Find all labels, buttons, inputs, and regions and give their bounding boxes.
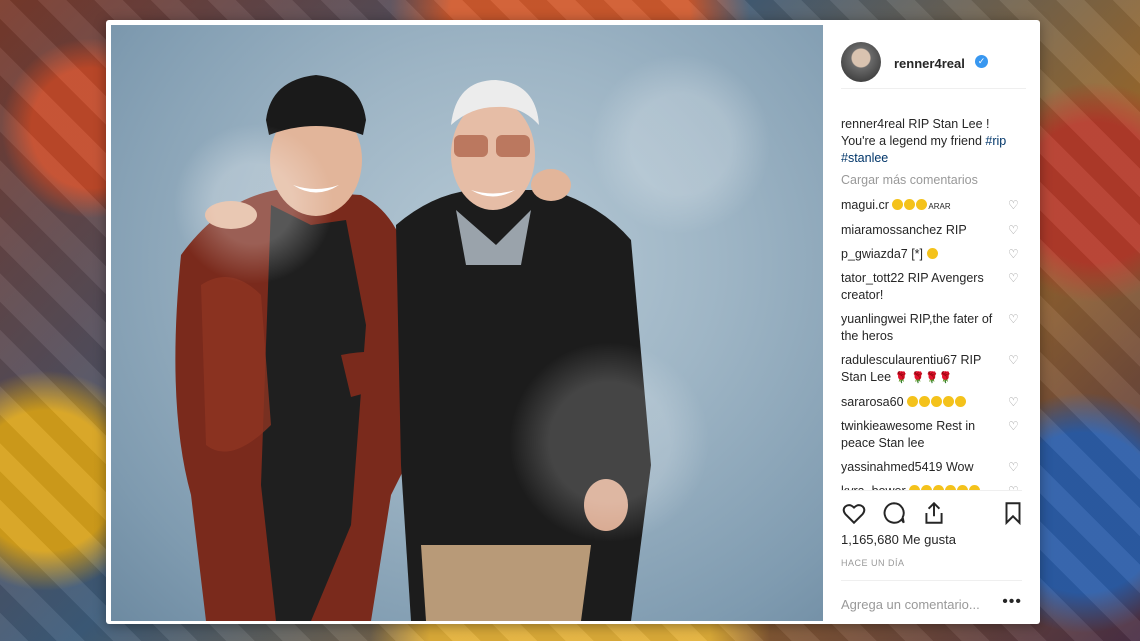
hashtag-rip[interactable]: #rip — [985, 134, 1006, 148]
caption: renner4real RIP Stan Lee ! You're a lege… — [841, 116, 1022, 167]
bookmark-icon[interactable] — [1000, 500, 1026, 526]
emoji-icon — [904, 199, 916, 210]
emoji-icon — [926, 248, 938, 259]
comment-row: yassinahmed5419 Wow ♡ — [841, 459, 1022, 476]
comment-like-heart-icon[interactable]: ♡ — [1008, 224, 1020, 236]
comment-row: yuanlingwei RIP,the fater of the heros ♡ — [841, 311, 1022, 345]
comment-like-heart-icon[interactable]: ♡ — [1008, 354, 1020, 366]
comment-row: sararosa60 ♡ — [841, 394, 1022, 411]
emoji-icon — [919, 396, 931, 407]
comment-like-heart-icon[interactable]: ♡ — [1008, 248, 1020, 260]
comment-username[interactable]: twinkieawesome — [841, 419, 936, 433]
post-timestamp: HACE UN DÍA — [841, 558, 905, 568]
likes-count[interactable]: 1,165,680 Me gusta — [841, 532, 956, 547]
emoji-icon — [955, 396, 967, 407]
comment-username[interactable]: magui.cr — [841, 198, 892, 212]
comment-row: p_gwiazda7 [*] ♡ — [841, 246, 1022, 263]
emoji-icon — [916, 199, 928, 210]
comment-like-heart-icon[interactable]: ♡ — [1008, 396, 1020, 408]
comment-row: miaramossanchez RIP ♡ — [841, 222, 1022, 239]
emoji-icon — [931, 396, 943, 407]
emoji-icon — [892, 199, 904, 210]
add-comment-input[interactable] — [841, 597, 1011, 612]
comment-username[interactable]: p_gwiazda7 — [841, 247, 911, 261]
load-more-comments-link[interactable]: Cargar más comentarios — [841, 173, 1022, 187]
verified-icon: ✓ — [975, 55, 988, 68]
add-comment-bar: ••• — [841, 580, 1022, 624]
comment-like-heart-icon[interactable]: ♡ — [1008, 420, 1020, 432]
comment-username[interactable]: tator_tott22 — [841, 271, 908, 285]
comment-list: magui.cr ARAR ♡ miaramossanchez RIP ♡ p_gwi… — [841, 197, 1022, 491]
hashtag-stanlee[interactable]: #stanlee — [841, 151, 888, 165]
comment-username[interactable]: sararosa60 — [841, 395, 907, 409]
comment-row: tator_tott22 RIP Avengers creator! ♡ — [841, 270, 1022, 304]
comment-like-heart-icon[interactable]: ♡ — [1008, 272, 1020, 284]
comment-text: [*] — [911, 247, 927, 261]
comment-text: RIP — [945, 223, 967, 237]
comment-username[interactable]: miaramossanchez — [841, 223, 946, 237]
more-options-button[interactable]: ••• — [1002, 593, 1022, 611]
post-header: renner4real ✓ — [841, 42, 1026, 89]
emoji-icon — [907, 396, 919, 407]
comment-row: magui.cr ARAR ♡ — [841, 197, 1022, 215]
comment-icon[interactable] — [881, 500, 907, 526]
comment-row: twinkieawesome Rest in peace Stan lee ♡ — [841, 418, 1022, 452]
share-icon[interactable] — [921, 500, 947, 526]
post-sidebar: renner4real ✓ renner4real RIP Stan Lee !… — [823, 20, 1040, 624]
post-photo[interactable] — [111, 25, 823, 621]
comment-suffix: ARAR — [928, 202, 951, 211]
avatar[interactable] — [841, 42, 881, 82]
comment-username[interactable]: yuanlingwei — [841, 312, 910, 326]
heart-icon[interactable] — [841, 500, 867, 526]
action-bar — [841, 490, 1022, 531]
comment-suffix: 🌹 🌹🌹🌹 — [894, 372, 953, 384]
caption-username[interactable]: renner4real — [841, 117, 905, 131]
comments-section[interactable]: renner4real RIP Stan Lee ! You're a lege… — [841, 116, 1022, 491]
comment-username[interactable]: yassinahmed5419 — [841, 460, 946, 474]
emoji-icon — [943, 396, 955, 407]
comment-like-heart-icon[interactable]: ♡ — [1008, 199, 1020, 211]
comment-like-heart-icon[interactable]: ♡ — [1008, 313, 1020, 325]
comment-row: radulesculaurentiu67 RIP Stan Lee 🌹 🌹🌹🌹 ♡ — [841, 352, 1022, 387]
instagram-post: renner4real ✓ renner4real RIP Stan Lee !… — [106, 20, 1040, 624]
post-username[interactable]: renner4real — [894, 56, 965, 71]
comment-username[interactable]: radulesculaurentiu67 — [841, 353, 961, 367]
comment-like-heart-icon[interactable]: ♡ — [1008, 461, 1020, 473]
comment-text: Wow — [945, 460, 974, 474]
